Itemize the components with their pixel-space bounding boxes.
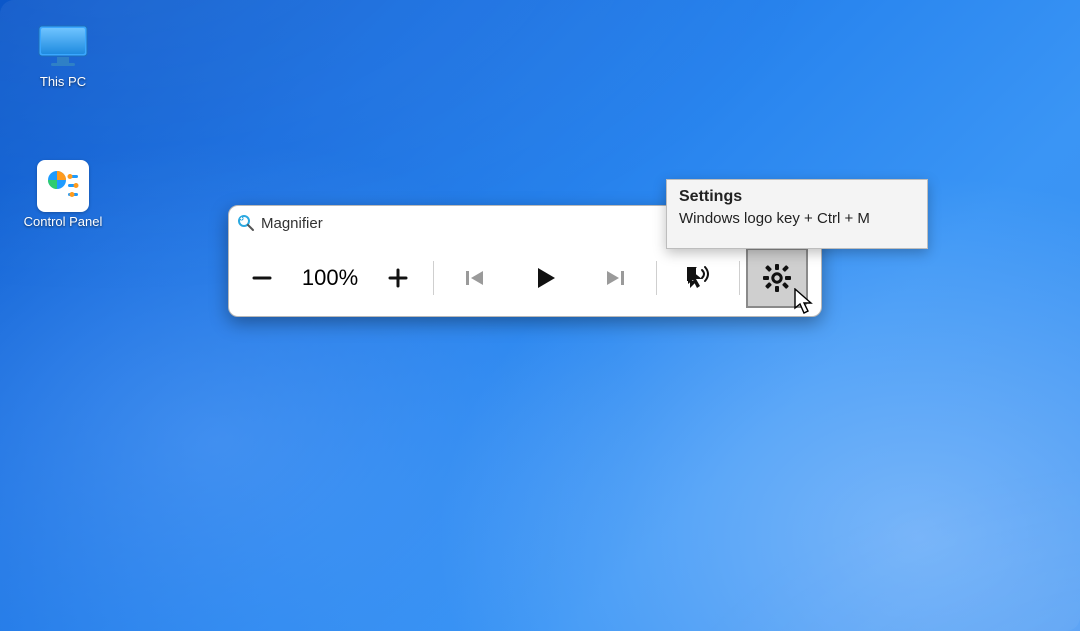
desktop-icon-label: Control Panel: [8, 214, 118, 229]
previous-button[interactable]: [440, 248, 510, 308]
magnifier-app-icon: [237, 214, 255, 232]
play-button[interactable]: [510, 248, 580, 308]
control-panel-icon: [35, 164, 91, 208]
zoom-level: 100%: [291, 265, 369, 291]
desktop-icon-this-pc[interactable]: This PC: [8, 24, 118, 89]
next-button[interactable]: [580, 248, 650, 308]
zoom-out-button[interactable]: [233, 248, 291, 308]
settings-button[interactable]: [746, 248, 808, 308]
separator: [739, 261, 740, 295]
tooltip-shortcut: Windows logo key + Ctrl + M: [679, 210, 915, 227]
zoom-in-button[interactable]: [369, 248, 427, 308]
desktop-icon-label: This PC: [8, 74, 118, 89]
separator: [656, 261, 657, 295]
monitor-icon: [35, 24, 91, 68]
tooltip-title: Settings: [679, 188, 915, 206]
settings-tooltip: Settings Windows logo key + Ctrl + M: [666, 179, 928, 249]
gear-icon: [762, 263, 792, 293]
separator: [433, 261, 434, 295]
magnifier-toolbar: 100%: [229, 240, 821, 316]
desktop-icon-control-panel[interactable]: Control Panel: [8, 164, 118, 229]
window-title: Magnifier: [261, 215, 323, 232]
read-aloud-button[interactable]: [663, 248, 733, 308]
